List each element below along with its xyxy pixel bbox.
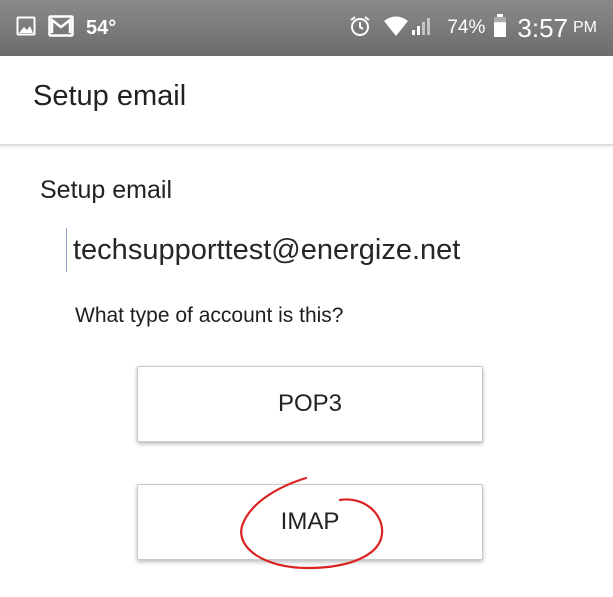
alarm-icon: [349, 15, 371, 42]
battery-percent-text: 74%: [447, 17, 486, 38]
temperature-text: 54°: [86, 16, 117, 39]
section-title: Setup email: [40, 176, 173, 204]
clock-ampm: PM: [573, 19, 597, 36]
wifi-icon: [383, 15, 409, 42]
pop3-button[interactable]: POP3: [137, 366, 483, 442]
app-bar: Setup email: [0, 56, 613, 146]
status-bar-right: 74% 3:57 PM: [349, 12, 597, 43]
account-type-question: What type of account is this?: [75, 304, 344, 327]
status-bar-left: 54°: [16, 14, 116, 42]
email-field[interactable]: techsupporttest@energize.net: [66, 228, 460, 272]
gallery-icon: [16, 16, 36, 41]
clock-time: 3:57: [517, 12, 568, 43]
mail-icon: [48, 14, 74, 42]
app-bar-title: Setup email: [33, 80, 187, 112]
screen: 54° 74% 3:57 PM Setup email Setup email …: [0, 0, 613, 597]
imap-button[interactable]: IMAP: [137, 484, 483, 560]
status-bar: 54° 74% 3:57 PM: [0, 0, 613, 56]
battery-icon: [493, 13, 507, 43]
signal-icon: [411, 15, 435, 42]
